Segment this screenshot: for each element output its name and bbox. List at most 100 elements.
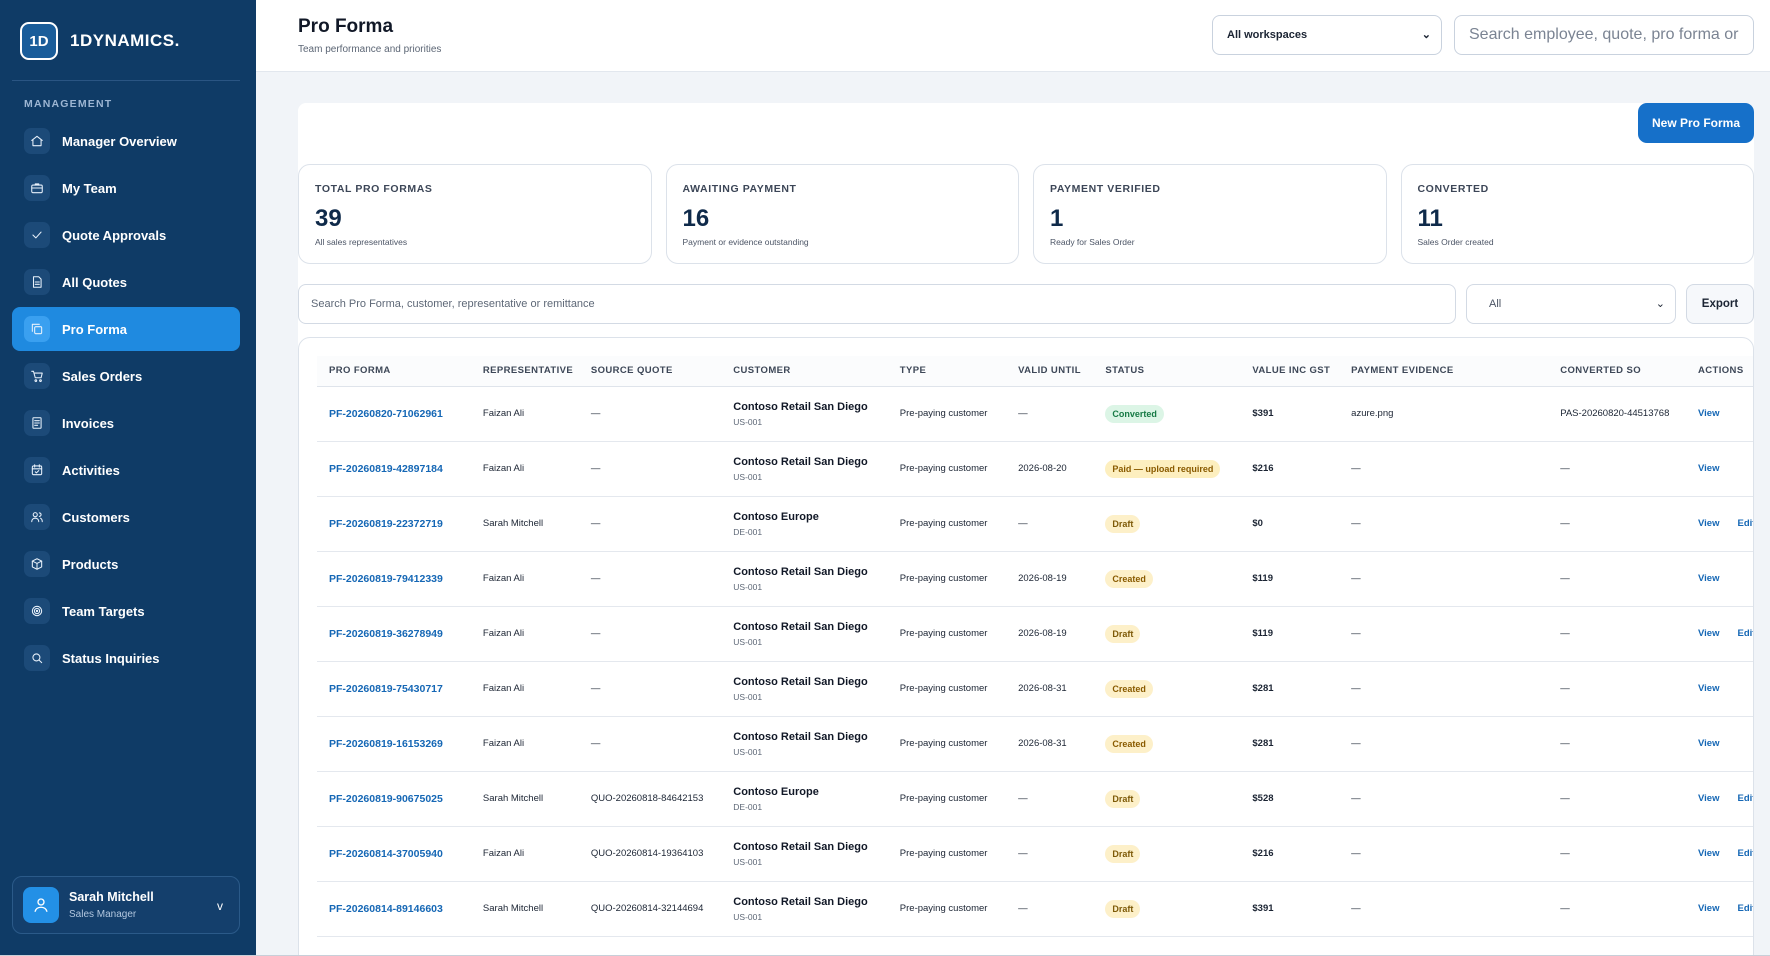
invoice-icon bbox=[24, 410, 50, 436]
view-link[interactable]: View bbox=[1698, 738, 1719, 749]
column-header-value-inc-gst[interactable]: VALUE INC GST bbox=[1240, 356, 1340, 387]
global-search-input[interactable] bbox=[1454, 15, 1754, 55]
sidebar-item-activities[interactable]: Activities bbox=[12, 448, 240, 492]
status-badge: Draft bbox=[1105, 624, 1141, 643]
column-header-type[interactable]: TYPE bbox=[887, 356, 1007, 387]
new-pro-forma-button[interactable]: New Pro Forma bbox=[1638, 103, 1754, 143]
edit-link[interactable]: Edit bbox=[1737, 848, 1753, 859]
user-menu[interactable]: Sarah Mitchell Sales Manager v bbox=[12, 876, 240, 934]
pro-forma-link[interactable]: PF-20260820-71062961 bbox=[317, 386, 471, 442]
source-quote-cell: — bbox=[578, 716, 722, 772]
payment-evidence-cell: — bbox=[1339, 771, 1549, 827]
sidebar-item-products[interactable]: Products bbox=[12, 542, 240, 586]
pro-forma-search-input[interactable] bbox=[298, 284, 1456, 324]
table-row[interactable]: PF-20260819-90675025 Sarah Mitchell QUO-20… bbox=[317, 771, 1753, 827]
pro-forma-table-card: PRO FORMA REPRESENTATIVE SOURCE QUOTE CUSTO… bbox=[298, 337, 1754, 956]
sidebar-item-pro-forma[interactable]: Pro Forma bbox=[12, 307, 240, 351]
status-filter-select[interactable]: All ⌄ bbox=[1466, 284, 1676, 324]
pro-forma-link[interactable]: PF-20260819-42897184 bbox=[317, 441, 471, 497]
pro-forma-table: PRO FORMA REPRESENTATIVE SOURCE QUOTE CUSTO… bbox=[317, 356, 1753, 937]
table-row[interactable]: PF-20260819-75430717 Faizan Ali — Contoso R… bbox=[317, 661, 1753, 717]
table-row[interactable]: PF-20260819-42897184 Faizan Ali — Contoso R… bbox=[317, 441, 1753, 497]
view-link[interactable]: View bbox=[1698, 408, 1719, 419]
table-row[interactable]: PF-20260819-16153269 Faizan Ali — Contoso R… bbox=[317, 716, 1753, 772]
table-row[interactable]: PF-20260814-37005940 Faizan Ali QUO-202608… bbox=[317, 826, 1753, 882]
source-quote-cell: — bbox=[578, 661, 722, 717]
chevron-down-icon[interactable]: v bbox=[217, 899, 223, 913]
pro-forma-link[interactable]: PF-20260819-22372719 bbox=[317, 496, 471, 552]
column-header-converted-so[interactable]: CONVERTED SO bbox=[1548, 356, 1686, 387]
converted-so-cell: — bbox=[1548, 441, 1686, 497]
column-header-status[interactable]: STATUS bbox=[1093, 356, 1241, 387]
sidebar-item-my-team[interactable]: My Team bbox=[12, 166, 240, 210]
sidebar-item-all-quotes[interactable]: All Quotes bbox=[12, 260, 240, 304]
sidebar-item-customers[interactable]: Customers bbox=[12, 495, 240, 539]
kpi-caption: Ready for Sales Order bbox=[1050, 237, 1135, 247]
edit-link[interactable]: Edit bbox=[1737, 903, 1753, 914]
edit-link[interactable]: Edit bbox=[1737, 793, 1753, 804]
pro-forma-link[interactable]: PF-20260819-90675025 bbox=[317, 771, 471, 827]
column-header-representative[interactable]: REPRESENTATIVE bbox=[470, 356, 579, 387]
brand[interactable]: 1D 1DYNAMICS. bbox=[20, 22, 180, 60]
sidebar-item-label: My Team bbox=[62, 180, 117, 196]
table-row[interactable]: PF-20260820-71062961 Faizan Ali — Contoso R… bbox=[317, 386, 1753, 442]
pro-forma-link[interactable]: PF-20260819-75430717 bbox=[317, 661, 471, 717]
table-row[interactable]: PF-20260819-79412339 Faizan Ali — Contoso R… bbox=[317, 551, 1753, 607]
edit-link[interactable]: Edit bbox=[1737, 518, 1753, 529]
briefcase-icon bbox=[24, 175, 50, 201]
payment-evidence-cell[interactable]: azure.png bbox=[1339, 386, 1549, 442]
sidebar-item-status-inquiries[interactable]: Status Inquiries bbox=[12, 636, 240, 680]
document-icon bbox=[24, 269, 50, 295]
view-link[interactable]: View bbox=[1698, 628, 1719, 639]
customer-cell: Contoso Retail San Diego US-001 bbox=[721, 716, 888, 772]
customer-cell: Contoso Retail San Diego US-001 bbox=[721, 826, 888, 882]
representative-cell: Faizan Ali bbox=[470, 606, 579, 662]
edit-link[interactable]: Edit bbox=[1737, 628, 1753, 639]
valid-until-cell: 2026-08-20 bbox=[1006, 441, 1094, 497]
view-link[interactable]: View bbox=[1698, 793, 1719, 804]
status-cell: Created bbox=[1093, 661, 1241, 717]
actions-cell: View Edit bbox=[1686, 771, 1753, 827]
brand-name: 1DYNAMICS. bbox=[70, 31, 180, 50]
export-button[interactable]: Export bbox=[1686, 284, 1754, 324]
column-header-payment-evidence[interactable]: PAYMENT EVIDENCE bbox=[1339, 356, 1549, 387]
pro-forma-link[interactable]: PF-20260819-16153269 bbox=[317, 716, 471, 772]
status-badge: Draft bbox=[1105, 514, 1141, 533]
column-header-customer[interactable]: CUSTOMER bbox=[721, 356, 888, 387]
pro-forma-link[interactable]: PF-20260814-89146603 bbox=[317, 881, 471, 937]
column-header-source-quote[interactable]: SOURCE QUOTE bbox=[578, 356, 722, 387]
table-row[interactable]: PF-20260814-89146603 Sarah Mitchell QUO-20… bbox=[317, 881, 1753, 937]
view-link[interactable]: View bbox=[1698, 903, 1719, 914]
view-link[interactable]: View bbox=[1698, 573, 1719, 584]
pro-forma-link[interactable]: PF-20260819-36278949 bbox=[317, 606, 471, 662]
pro-forma-link[interactable]: PF-20260814-37005940 bbox=[317, 826, 471, 882]
type-cell: Pre-paying customer bbox=[887, 771, 1007, 827]
sidebar-item-sales-orders[interactable]: Sales Orders bbox=[12, 354, 240, 398]
representative-cell: Sarah Mitchell bbox=[470, 881, 579, 937]
workspace-select[interactable]: All workspaces ⌄ bbox=[1212, 15, 1442, 55]
table-row[interactable]: PF-20260819-36278949 Faizan Ali — Contoso R… bbox=[317, 606, 1753, 662]
kpi-label: CONVERTED bbox=[1417, 183, 1489, 195]
payment-evidence-cell: — bbox=[1339, 826, 1549, 882]
column-header-actions[interactable]: ACTIONS bbox=[1686, 356, 1753, 387]
view-link[interactable]: View bbox=[1698, 463, 1719, 474]
view-link[interactable]: View bbox=[1698, 683, 1719, 694]
sidebar-item-manager-overview[interactable]: Manager Overview bbox=[12, 119, 240, 163]
sidebar-item-team-targets[interactable]: Team Targets bbox=[12, 589, 240, 633]
sidebar-item-invoices[interactable]: Invoices bbox=[12, 401, 240, 445]
sidebar-item-label: Status Inquiries bbox=[62, 650, 160, 666]
actions-cell: View Edit bbox=[1686, 881, 1753, 937]
column-header-valid-until[interactable]: VALID UNTIL bbox=[1006, 356, 1094, 387]
table-row[interactable]: PF-20260819-22372719 Sarah Mitchell — Conto… bbox=[317, 496, 1753, 552]
sidebar-item-quote-approvals[interactable]: Quote Approvals bbox=[12, 213, 240, 257]
view-link[interactable]: View bbox=[1698, 518, 1719, 529]
valid-until-cell: — bbox=[1006, 496, 1094, 552]
view-link[interactable]: View bbox=[1698, 848, 1719, 859]
cart-icon bbox=[24, 363, 50, 389]
actions-cell: View bbox=[1686, 386, 1753, 442]
column-header-pro-forma[interactable]: PRO FORMA bbox=[317, 356, 471, 387]
pro-forma-link[interactable]: PF-20260819-79412339 bbox=[317, 551, 471, 607]
status-cell: Created bbox=[1093, 716, 1241, 772]
target-icon bbox=[24, 598, 50, 624]
sidebar-item-label: Pro Forma bbox=[62, 321, 128, 337]
